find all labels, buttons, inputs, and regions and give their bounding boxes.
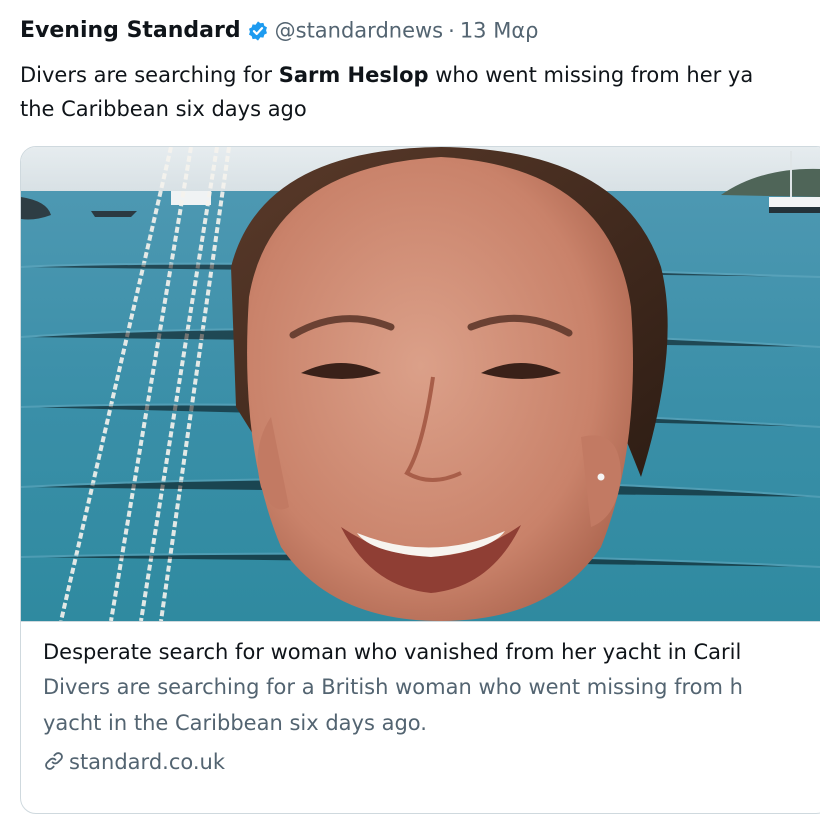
card-meta: Desperate search for woman who vanished … [43, 635, 820, 779]
card-domain-text: standard.co.uk [69, 750, 225, 774]
card-title[interactable]: Desperate search for woman who vanished … [43, 635, 820, 669]
card-domain[interactable]: standard.co.uk [43, 745, 820, 779]
card-description: Divers are searching for a British woman… [43, 669, 820, 741]
tweet-text: Divers are searching for Sarm Heslop who… [20, 58, 820, 126]
photo-of-smiling-woman-on-yacht-icon [21, 147, 820, 621]
card-description-line-1: Divers are searching for a British woman… [43, 675, 743, 699]
link-icon [43, 750, 65, 772]
tweet-text-line-1: Divers are searching for Sarm Heslop who… [20, 58, 820, 92]
separator-dot: · [448, 18, 455, 43]
tweet-header: Evening Standard @standardnews · 13 Μαρ [20, 18, 820, 50]
tweet-text-line-2: the Caribbean six days ago [20, 97, 307, 121]
author-handle[interactable]: @standardnews [275, 19, 444, 43]
tweet-text-name-bold: Sarm Heslop [278, 63, 429, 87]
verified-badge-icon [247, 20, 269, 42]
link-preview-card[interactable]: Desperate search for woman who vanished … [20, 146, 820, 814]
tweet-text-segment: Divers are searching for [20, 63, 279, 87]
author-name[interactable]: Evening Standard [20, 18, 241, 43]
tweet-date[interactable]: 13 Μαρ [460, 19, 539, 43]
card-image[interactable] [21, 147, 820, 622]
tweet-text-segment: who went missing from her ya [428, 63, 754, 87]
card-description-line-2: yacht in the Caribbean six days ago. [43, 711, 427, 735]
